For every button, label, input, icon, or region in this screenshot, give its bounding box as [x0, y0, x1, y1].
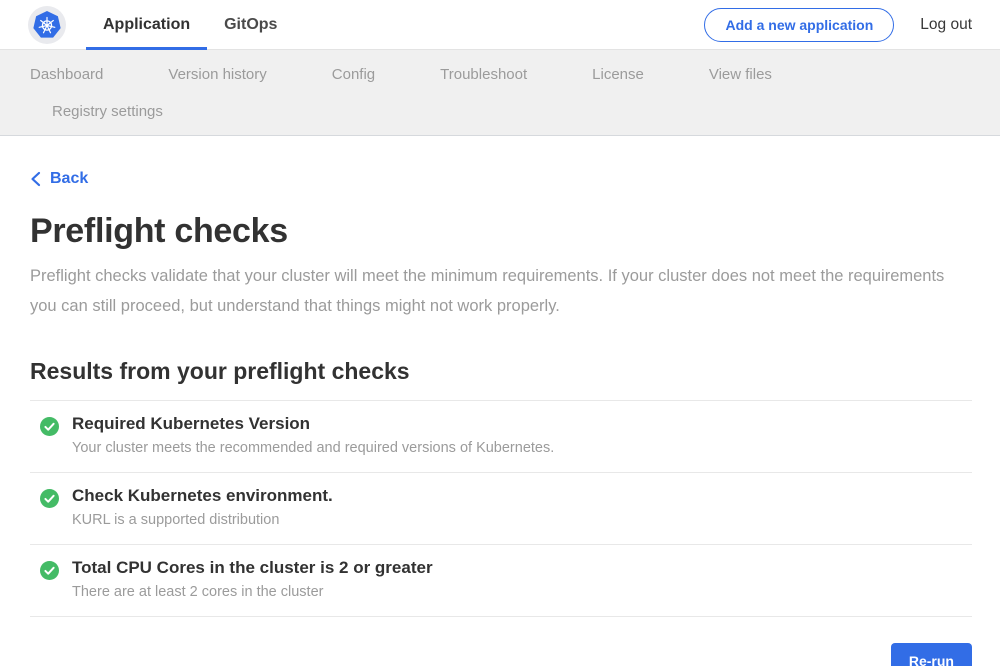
chevron-left-icon	[30, 171, 41, 187]
subnav-item-view-files[interactable]: View files	[709, 64, 772, 86]
check-row-cpu-cores: Total CPU Cores in the cluster is 2 or g…	[30, 545, 972, 617]
check-circle-icon	[40, 489, 59, 508]
subnav-item-version-history[interactable]: Version history	[168, 64, 266, 86]
app-subnav: Dashboard Version history Config Trouble…	[0, 50, 1000, 136]
subnav-item-license[interactable]: License	[592, 64, 644, 86]
subnav-item-dashboard[interactable]: Dashboard	[30, 64, 103, 86]
add-application-button[interactable]: Add a new application	[704, 8, 894, 42]
preflight-results-list: Required Kubernetes Version Your cluster…	[30, 400, 972, 617]
preflight-page: Back Preflight checks Preflight checks v…	[0, 136, 1000, 666]
check-detail: There are at least 2 cores in the cluste…	[72, 584, 433, 600]
rerun-button[interactable]: Re-run	[891, 643, 972, 666]
primary-tabs: Application GitOps	[86, 0, 294, 49]
check-row-kubernetes-environment: Check Kubernetes environment. KURL is a …	[30, 473, 972, 545]
check-title: Total CPU Cores in the cluster is 2 or g…	[72, 558, 433, 578]
subnav-item-troubleshoot[interactable]: Troubleshoot	[440, 64, 527, 86]
check-circle-icon	[40, 561, 59, 580]
back-link[interactable]: Back	[30, 170, 88, 188]
logout-button[interactable]: Log out	[920, 16, 972, 34]
check-row-kubernetes-version: Required Kubernetes Version Your cluster…	[30, 401, 972, 473]
check-detail: Your cluster meets the recommended and r…	[72, 440, 554, 456]
subnav-item-config[interactable]: Config	[332, 64, 375, 86]
check-circle-icon	[40, 417, 59, 436]
check-detail: KURL is a supported distribution	[72, 512, 333, 528]
top-header: Application GitOps Add a new application…	[0, 0, 1000, 50]
subnav-item-registry-settings[interactable]: Registry settings	[52, 101, 163, 123]
back-link-label: Back	[50, 170, 88, 188]
header-actions: Add a new application Log out	[704, 0, 972, 49]
subnav-row-2: Registry settings	[30, 101, 970, 123]
tab-gitops-label: GitOps	[224, 16, 277, 34]
page-title: Preflight checks	[30, 212, 972, 251]
check-title: Check Kubernetes environment.	[72, 486, 333, 506]
page-actions: Re-run	[30, 643, 972, 666]
kubernetes-logo-icon	[28, 6, 66, 44]
check-content: Check Kubernetes environment. KURL is a …	[72, 486, 333, 528]
tab-application-label: Application	[103, 16, 190, 34]
check-title: Required Kubernetes Version	[72, 414, 554, 434]
check-content: Total CPU Cores in the cluster is 2 or g…	[72, 558, 433, 600]
page-description: Preflight checks validate that your clus…	[30, 261, 960, 321]
subnav-row-1: Dashboard Version history Config Trouble…	[30, 64, 970, 86]
check-content: Required Kubernetes Version Your cluster…	[72, 414, 554, 456]
results-heading: Results from your preflight checks	[30, 358, 972, 385]
tab-application[interactable]: Application	[86, 0, 207, 49]
tab-gitops[interactable]: GitOps	[207, 0, 294, 49]
